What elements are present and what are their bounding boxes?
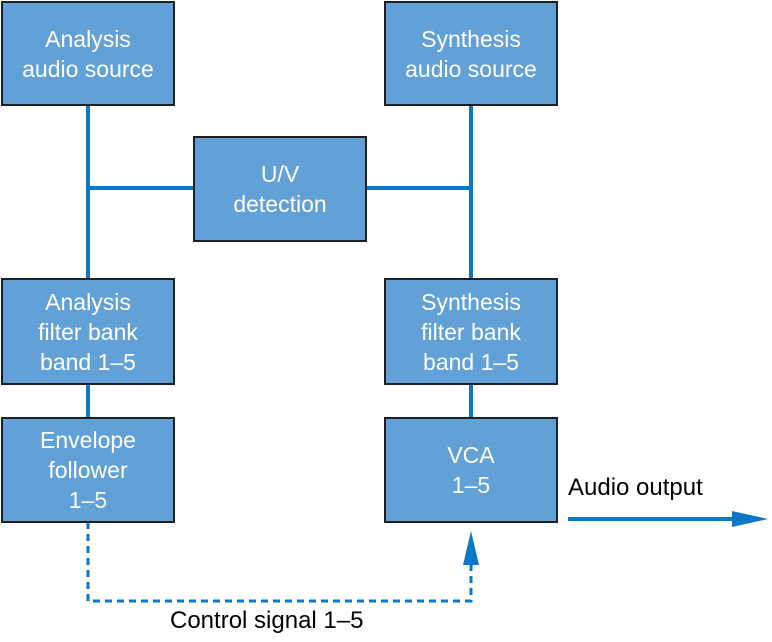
audio-output-label: Audio output (568, 474, 703, 501)
analysis-audio-source-box: Analysis audio source (1, 1, 175, 106)
uv-detection-box: U/V detection (193, 136, 367, 242)
control-signal-path (86, 522, 473, 603)
audio-output-arrowhead (732, 511, 768, 527)
synthesis-filter-bank-box: Synthesis filter bank band 1–5 (384, 278, 558, 385)
synthesis-audio-source-box: Synthesis audio source (384, 1, 558, 106)
analysis-filter-bank-box: Analysis filter bank band 1–5 (1, 278, 175, 385)
control-signal-label: Control signal 1–5 (170, 607, 364, 634)
vca-box: VCA 1–5 (384, 417, 558, 523)
envelope-follower-box: Envelope follower 1–5 (1, 417, 175, 523)
control-signal-arrowhead (463, 531, 479, 565)
